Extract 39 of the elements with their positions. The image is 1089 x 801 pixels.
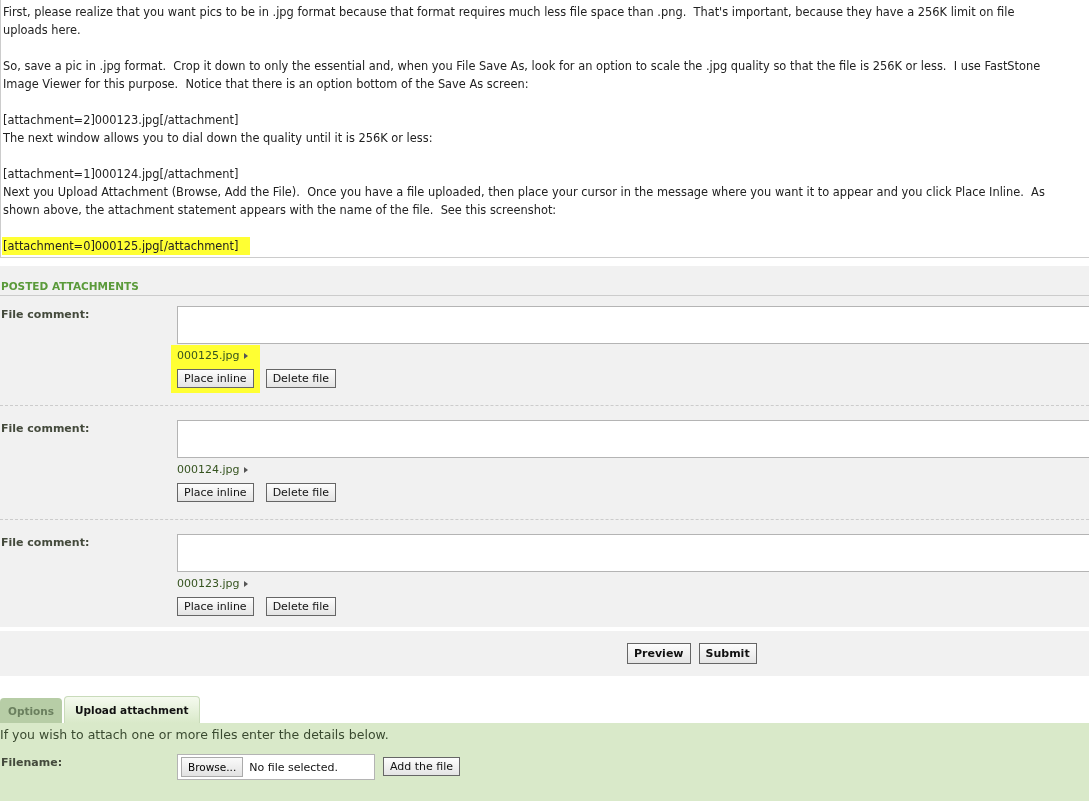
chevron-icon bbox=[243, 352, 248, 359]
instructions-text: If you wish to attach one or more files enter the details below. bbox=[0, 726, 390, 742]
message-text: [attachment=0]000125.jpg[/attachment] bbox=[2, 237, 251, 255]
place-inline-button[interactable]: Place inline bbox=[177, 483, 254, 502]
tab[interactable]: Upload attachment bbox=[64, 696, 200, 723]
field-label: File comment: bbox=[0, 421, 91, 437]
submit-button[interactable]: Submit bbox=[698, 643, 757, 664]
delete-file-button[interactable]: Delete file bbox=[265, 597, 337, 616]
file-link[interactable]: 000125.jpg bbox=[177, 349, 240, 362]
message-text: The next window allows you to dial down the quality until it is 256K or less: bbox=[3, 131, 433, 145]
message-text: Image Viewer for this purpose. Notice that there is an option bottom of the Save As screen: bbox=[3, 77, 529, 91]
message-text: shown above, the attachment statement appears with the name of the file. See this screenshot: bbox=[3, 203, 557, 217]
file-link[interactable]: 000124.jpg bbox=[177, 463, 240, 476]
delete-file-button[interactable]: Delete file bbox=[265, 483, 337, 502]
place-inline-button[interactable]: Place inline bbox=[177, 369, 254, 388]
file-link[interactable]: 000123.jpg bbox=[177, 577, 240, 590]
chevron-icon bbox=[243, 580, 248, 587]
message-field[interactable] bbox=[0, 0, 1089, 258]
field-label: File comment: bbox=[0, 535, 91, 551]
section-title: POSTED ATTACHMENTS bbox=[0, 280, 1089, 296]
message-text: So, save a pic in .jpg format. Crop it down to only the essential and, when you File Save As, look for an option to scale the .jpg quality so that the file is 256K or less. I use FastStone bbox=[3, 59, 1041, 73]
add-file-button[interactable]: Add the file bbox=[382, 757, 460, 776]
message-text: uploads here. bbox=[3, 23, 81, 37]
browse-button[interactable]: Browse... bbox=[181, 757, 244, 777]
message-text: Next you Upload Attachment (Browse, Add the File). Once you have a file uploaded, then place your cursor in the message where you want it to appear and you click Place Inline. As bbox=[3, 185, 1045, 199]
place-inline-button[interactable]: Place inline bbox=[177, 597, 254, 616]
field-label: Filename: bbox=[0, 755, 64, 769]
comment-field[interactable] bbox=[177, 306, 1089, 344]
delete-file-button[interactable]: Delete file bbox=[265, 369, 337, 388]
message-text: [attachment=2]000123.jpg[/attachment] bbox=[3, 113, 239, 127]
message-text: [attachment=1]000124.jpg[/attachment] bbox=[3, 167, 239, 181]
comment-field[interactable] bbox=[177, 420, 1089, 458]
file-status: No file selected. bbox=[249, 760, 338, 774]
chevron-icon bbox=[243, 466, 248, 473]
submit-button[interactable]: Preview bbox=[627, 643, 691, 664]
message-text: First, please realize that you want pics to be in .jpg format because that format requires much less file space than .png. That's important, because they have a 256K limit on file bbox=[3, 5, 1015, 19]
comment-field[interactable] bbox=[177, 534, 1089, 572]
field-label: File comment: bbox=[0, 307, 91, 323]
file-input[interactable]: Browse... No file selected. bbox=[177, 754, 375, 780]
